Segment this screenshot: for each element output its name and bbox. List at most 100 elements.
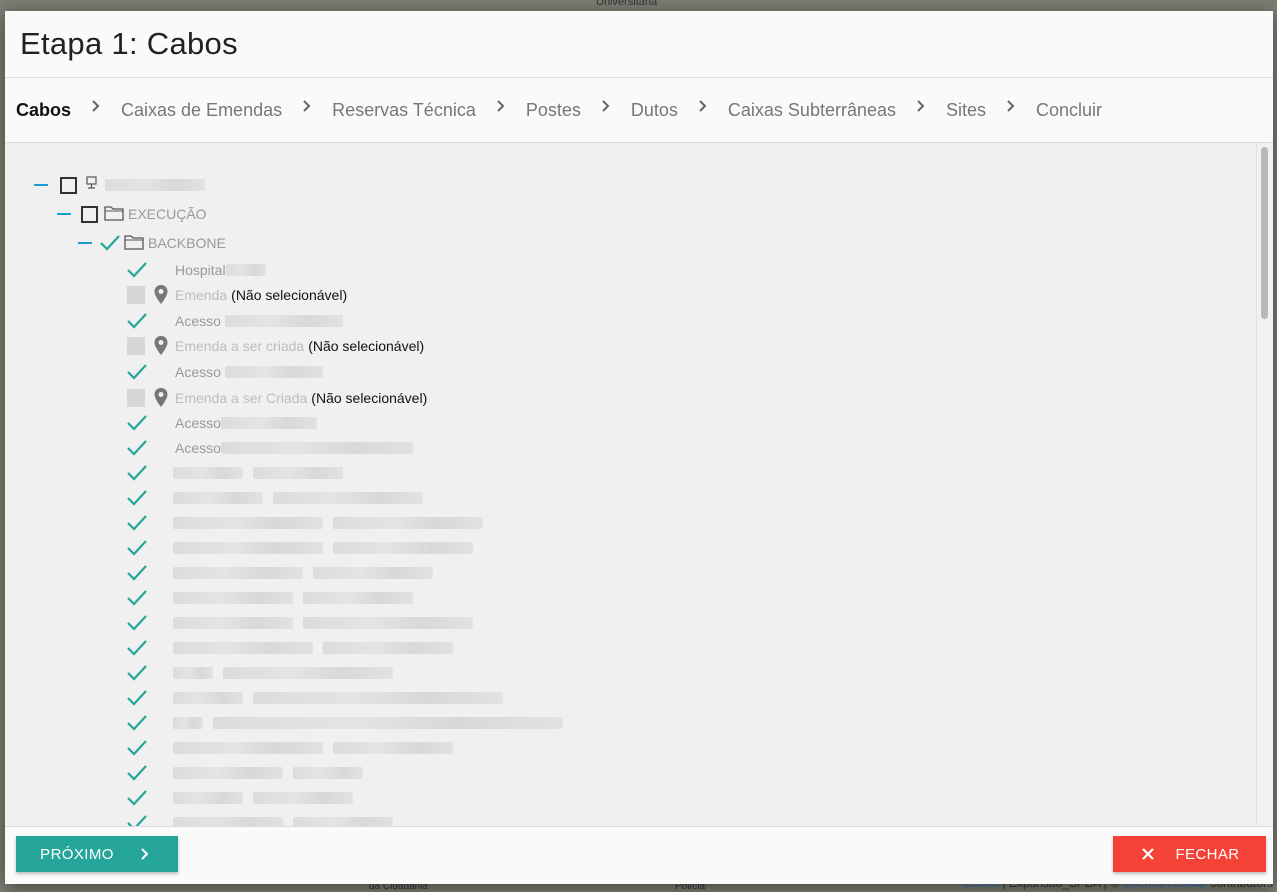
chevron-right-icon [84, 94, 108, 118]
dialog-footer: PRÓXIMO FECHAR [5, 826, 1273, 884]
tree-leaf[interactable] [125, 661, 393, 685]
redacted-label [173, 742, 323, 754]
chevron-right-icon [295, 94, 319, 118]
tree-label: Acesso [175, 440, 221, 456]
collapse-toggle[interactable] [78, 242, 92, 244]
step-concluir[interactable]: Concluir [1036, 100, 1102, 121]
checkmark-icon[interactable] [125, 311, 149, 331]
checkmark-icon[interactable] [125, 638, 149, 658]
tree-leaf[interactable] [125, 561, 433, 585]
checkmark-icon[interactable] [98, 233, 122, 253]
step-dutos[interactable]: Dutos [631, 100, 678, 121]
redacted-label [173, 567, 303, 579]
tree-leaf[interactable] [125, 511, 483, 535]
tree-leaf[interactable] [125, 686, 503, 710]
redacted-label [173, 617, 293, 629]
checkmark-icon[interactable] [125, 413, 149, 433]
tree-leaf[interactable]: Hospital [125, 258, 266, 282]
tree-node-root [34, 173, 205, 197]
checkmark-icon[interactable] [125, 362, 149, 382]
step-caixas-de-emendas[interactable]: Caixas de Emendas [121, 100, 282, 121]
tree-label: BACKBONE [148, 235, 226, 251]
redacted-label [333, 542, 473, 554]
redacted-label [173, 467, 243, 479]
step-caixas-subterraneas[interactable]: Caixas Subterrâneas [728, 100, 896, 121]
redacted-label [105, 179, 205, 191]
tree-leaf[interactable] [125, 636, 453, 660]
chevron-right-icon [999, 94, 1023, 118]
chevron-right-icon [136, 845, 154, 863]
tree-leaf[interactable] [125, 611, 473, 635]
redacted-label [173, 642, 313, 654]
redacted-label [333, 742, 453, 754]
checkmark-icon[interactable] [125, 538, 149, 558]
checkbox[interactable] [60, 176, 77, 194]
redacted-label [220, 417, 317, 429]
step-postes[interactable]: Postes [526, 100, 581, 121]
checkmark-icon[interactable] [125, 488, 149, 508]
tree-leaf[interactable]: Acesso [125, 309, 343, 333]
step-cabos[interactable]: Cabos [16, 100, 71, 121]
checkmark-icon[interactable] [125, 763, 149, 783]
tree-leaf[interactable] [125, 586, 413, 610]
tree-leaf[interactable] [125, 486, 423, 510]
tree-label: Acesso [175, 415, 221, 431]
redacted-label [253, 792, 353, 804]
redacted-label [253, 467, 343, 479]
redacted-label [220, 442, 413, 454]
disabled-checkbox [127, 337, 145, 355]
checkmark-icon[interactable] [125, 688, 149, 708]
tree-label: Emenda a ser criada [175, 338, 305, 354]
not-selectable-note: (Não selecionável) [308, 338, 425, 354]
checkmark-icon[interactable] [125, 438, 149, 458]
checkmark-icon[interactable] [125, 788, 149, 808]
checkmark-icon[interactable] [125, 713, 149, 733]
redacted-label [293, 767, 363, 779]
redacted-label [313, 567, 433, 579]
next-button[interactable]: PRÓXIMO [16, 836, 178, 872]
chevron-right-icon [909, 94, 933, 118]
dialog-title: Etapa 1: Cabos [20, 26, 238, 61]
scrollbar-thumb[interactable] [1261, 147, 1268, 319]
tree-leaf[interactable] [125, 536, 473, 560]
checkbox[interactable] [81, 205, 98, 223]
tree-leaf[interactable]: Acesso [125, 360, 323, 384]
collapse-toggle[interactable] [34, 184, 48, 186]
chevron-right-icon [594, 94, 618, 118]
map-pin-icon [153, 335, 169, 357]
map-pin-icon [153, 284, 169, 306]
checkmark-icon[interactable] [125, 613, 149, 633]
tree-leaf[interactable] [125, 811, 393, 826]
checkmark-icon[interactable] [125, 260, 149, 280]
network-icon [85, 175, 99, 195]
checkmark-icon[interactable] [125, 663, 149, 683]
checkmark-icon[interactable] [125, 588, 149, 608]
checkmark-icon[interactable] [125, 813, 149, 826]
tree-leaf[interactable]: Acesso [125, 411, 317, 435]
step-sites[interactable]: Sites [946, 100, 986, 121]
checkmark-icon[interactable] [125, 563, 149, 583]
tree-node-execucao: EXECUÇÃO [57, 202, 207, 226]
checkmark-icon[interactable] [125, 513, 149, 533]
tree-leaf[interactable] [125, 786, 353, 810]
vertical-scrollbar[interactable] [1256, 143, 1273, 826]
checkmark-icon[interactable] [125, 463, 149, 483]
tree-leaf: Emenda a ser criada (Não selecionável) [127, 334, 424, 358]
redacted-label [225, 264, 266, 276]
tree-leaf[interactable] [125, 761, 363, 785]
tree-leaf[interactable] [125, 736, 453, 760]
checkmark-icon[interactable] [125, 738, 149, 758]
tree-label: Acesso [175, 313, 221, 329]
tree-leaf[interactable] [125, 461, 343, 485]
folder-icon [124, 234, 144, 252]
tree-leaf[interactable]: Acesso [125, 436, 413, 460]
tree-panel[interactable]: EXECUÇÃO BACKBONE Hospital Emenda (Não s… [5, 143, 1273, 826]
redacted-label [213, 717, 563, 729]
redacted-label [173, 517, 323, 529]
redacted-label [333, 517, 483, 529]
collapse-toggle[interactable] [57, 213, 71, 215]
tree-leaf[interactable] [125, 711, 563, 735]
close-button[interactable]: FECHAR [1113, 836, 1266, 872]
step-reservas-tecnica[interactable]: Reservas Técnica [332, 100, 476, 121]
redacted-label [224, 366, 323, 378]
